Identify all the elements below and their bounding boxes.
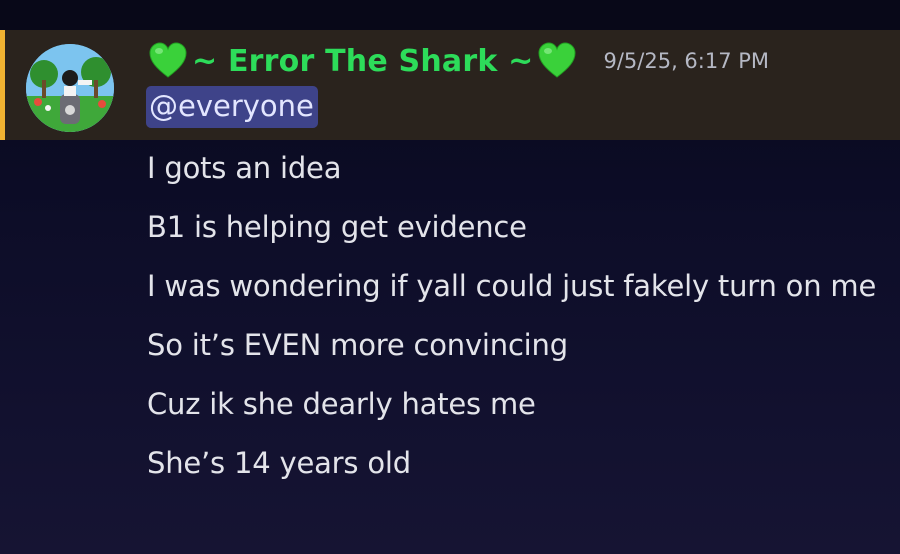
message-line: I gots an idea	[147, 151, 342, 185]
top-strip	[0, 0, 900, 30]
message-header: ~ Error The Shark ~ 9/5/25, 6:17 PM	[148, 36, 769, 86]
message-line: I was wondering if yall could just fakel…	[147, 269, 877, 303]
message-line: She’s 14 years old	[147, 446, 411, 480]
message-line: So it’s EVEN more convincing	[147, 328, 568, 362]
message-lines: I gots an idea B1 is helping get evidenc…	[147, 144, 882, 498]
username[interactable]: ~ Error The Shark ~	[192, 44, 533, 79]
avatar[interactable]	[26, 44, 114, 132]
timestamp[interactable]: 9/5/25, 6:17 PM	[603, 49, 769, 73]
everyone-mention[interactable]: @everyone	[146, 86, 318, 128]
message-line: Cuz ik she dearly hates me	[147, 387, 536, 421]
green-heart-icon	[538, 42, 576, 78]
green-heart-icon	[149, 42, 187, 78]
message-line: B1 is helping get evidence	[147, 210, 527, 244]
mention-indicator-bar	[0, 30, 5, 140]
